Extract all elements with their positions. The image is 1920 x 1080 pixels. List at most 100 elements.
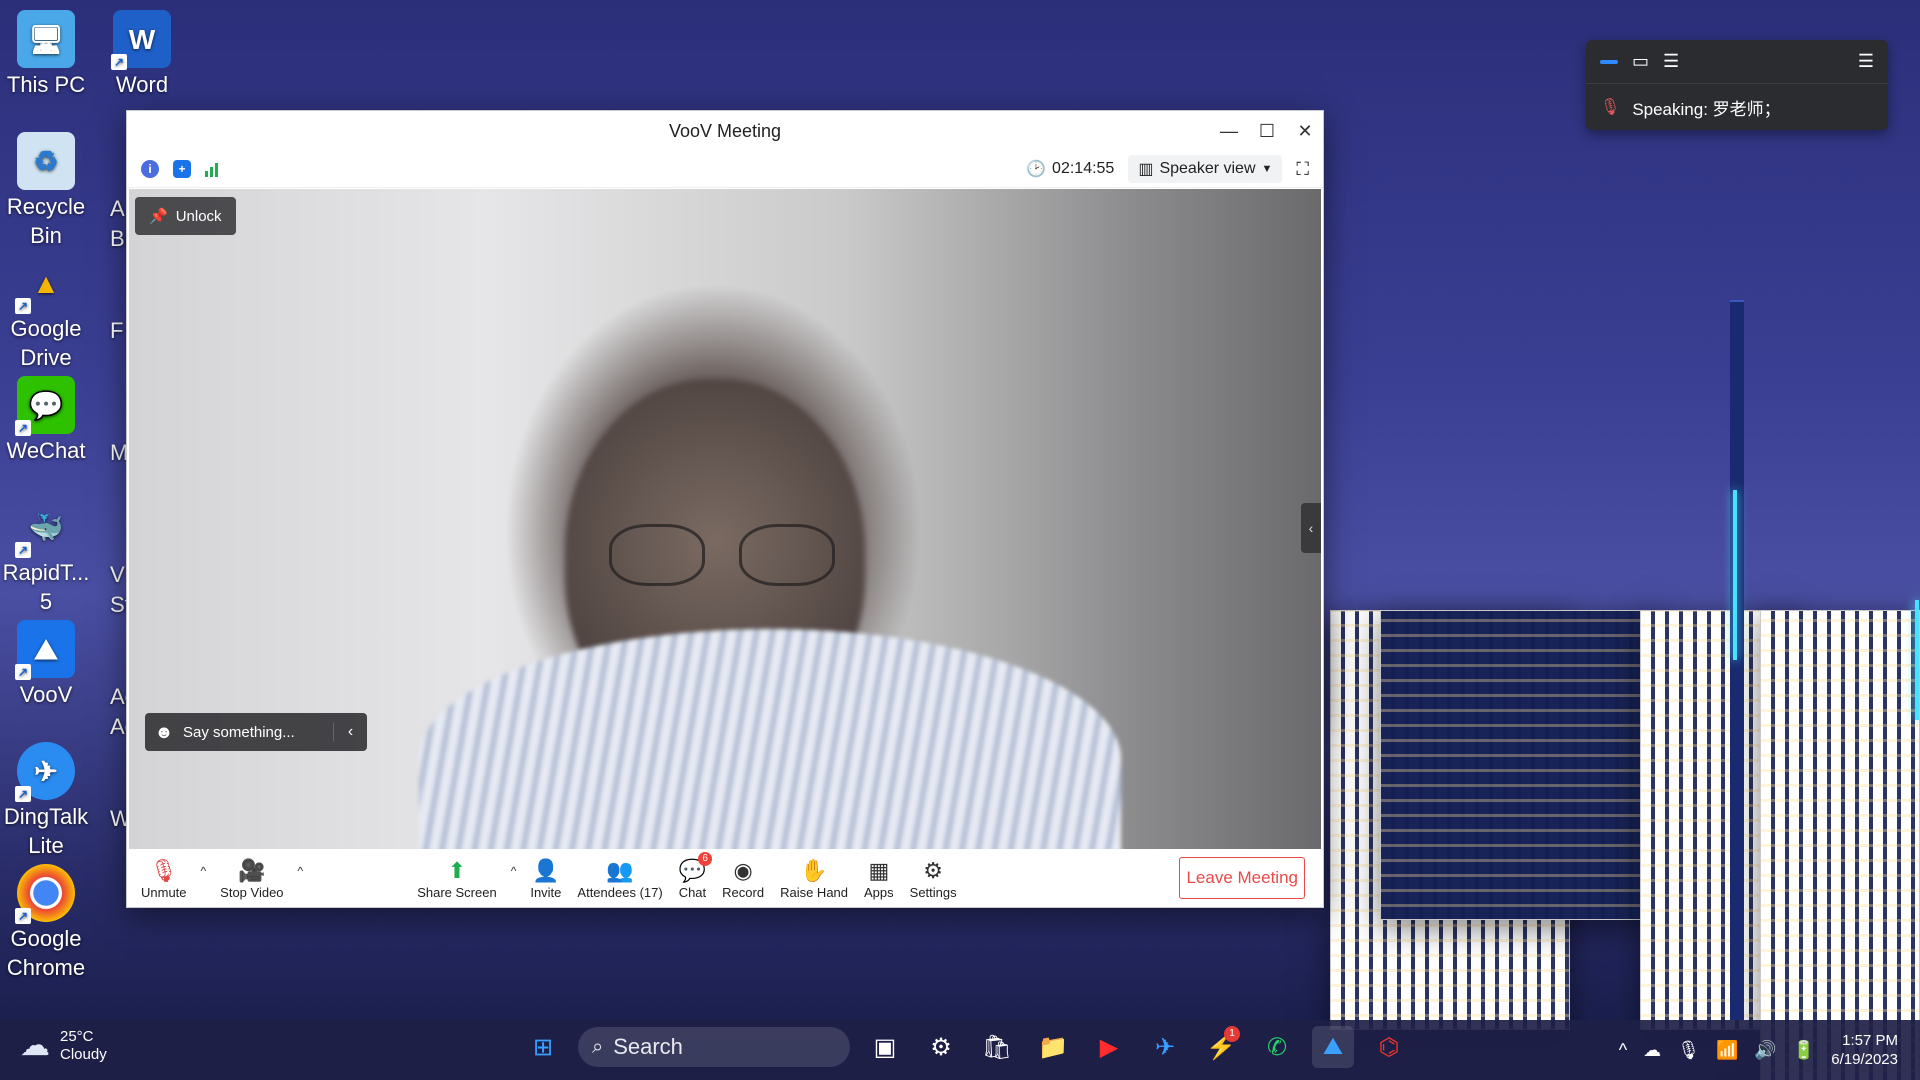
collapse-chevron-icon[interactable]: ‹ — [333, 723, 367, 741]
whatsapp-icon[interactable]: ✆ — [1256, 1026, 1298, 1068]
chat-quick-input[interactable]: ☻ Say something... ‹ — [145, 713, 367, 751]
onedrive-icon[interactable]: ☁ — [1643, 1040, 1661, 1061]
desktop-icon-google-drive[interactable]: ▲ ↗ Google Drive — [0, 254, 92, 372]
desktop-icon-word[interactable]: W ↗ Word — [96, 10, 188, 99]
voov-icon: ⛰ ↗ — [15, 620, 75, 680]
camera-icon: 🎥 — [238, 857, 266, 883]
desktop-icon-wechat[interactable]: 💬 ↗ WeChat — [0, 376, 92, 465]
side-panel-toggle[interactable]: ‹ — [1301, 503, 1321, 553]
desktop-icon-voov[interactable]: ⛰ ↗ VooV — [0, 620, 92, 709]
desktop-icon-this-pc[interactable]: 🖥 This PC — [0, 10, 92, 99]
task-view-icon[interactable]: ▣ — [864, 1026, 906, 1068]
chat-button[interactable]: 💬 Chat 6 — [671, 850, 714, 906]
hand-icon: ✋ — [800, 857, 828, 883]
window-title: VooV Meeting — [668, 120, 782, 141]
youtube-icon[interactable]: ▶ — [1088, 1026, 1130, 1068]
raise-hand-button[interactable]: ✋ Raise Hand — [772, 850, 856, 906]
invite-button[interactable]: 👤 Invite — [522, 850, 569, 906]
desktop-icon-rapidtyping[interactable]: 🐳 ↗ RapidT... 5 — [0, 498, 92, 616]
attendees-icon: 👥 — [606, 857, 634, 883]
wechat-icon: 💬 ↗ — [15, 376, 75, 436]
monitor-icon: 🖥 — [17, 10, 75, 68]
info-icon[interactable]: i — [141, 160, 159, 178]
desktop-icon-google-chrome[interactable]: ↗ Google Chrome — [0, 864, 92, 982]
battery-icon[interactable]: 🔋 — [1793, 1040, 1815, 1061]
weather-temp: 25°C — [60, 1028, 94, 1045]
maximize-button[interactable]: ☐ — [1249, 111, 1285, 151]
settings-app-icon[interactable]: ⚙ — [920, 1026, 962, 1068]
google-drive-icon: ▲ ↗ — [15, 254, 75, 314]
share-options-caret[interactable]: ^ — [505, 864, 523, 878]
volume-icon[interactable]: 🔊 — [1754, 1040, 1776, 1061]
shield-icon[interactable]: + — [173, 160, 191, 178]
messenger-icon[interactable]: ⚡ 1 — [1200, 1026, 1242, 1068]
add-user-icon: 👤 — [532, 857, 560, 883]
clock-time: 1:57 PM — [1842, 1032, 1898, 1049]
leave-meeting-button[interactable]: Leave Meeting — [1179, 857, 1305, 899]
settings-button[interactable]: ⚙ Settings — [902, 850, 965, 906]
record-button[interactable]: ◉ Record — [714, 850, 772, 906]
minimize-button[interactable]: — — [1211, 111, 1247, 151]
speaking-widget[interactable]: ▭ ☰ ☰ 🎙 Speaking: 罗老师； — [1586, 40, 1888, 130]
video-options-caret[interactable]: ^ — [292, 864, 310, 878]
word-icon: W ↗ — [111, 10, 171, 70]
apps-button[interactable]: ▦ Apps — [856, 850, 902, 906]
chevron-down-icon: ▼ — [1261, 163, 1273, 175]
meeting-toolbar: 🎙 Unmute ^ 🎥 Stop Video ^ ⬆ Share Screen… — [127, 849, 1323, 907]
weather-widget[interactable]: ☁ 25°C Cloudy — [20, 1028, 107, 1064]
taskbar-search[interactable]: ⌕ Search — [578, 1027, 850, 1067]
window-icon[interactable]: ▭ — [1632, 51, 1649, 72]
dingtalk-taskbar-icon[interactable]: ✈ — [1144, 1026, 1186, 1068]
voov-taskbar-icon[interactable]: ⛰ — [1312, 1026, 1354, 1068]
chevron-up-icon[interactable]: ^ — [1619, 1040, 1627, 1061]
clock[interactable]: 1:57 PM 6/19/2023 — [1831, 1031, 1898, 1069]
recycle-bin-icon: ♻ — [17, 132, 75, 190]
muted-mic-icon: 🎙 — [149, 857, 178, 883]
partial-label-1: A — [110, 196, 125, 221]
fullscreen-icon[interactable]: ⛶ — [1296, 159, 1309, 180]
chat-placeholder[interactable]: Say something... — [183, 724, 333, 741]
desktop-icon-dingtalk[interactable]: ✈ ↗ DingTalk Lite — [0, 742, 92, 860]
weather-desc: Cloudy — [60, 1046, 107, 1063]
unmute-button[interactable]: 🎙 Unmute — [133, 850, 195, 906]
speaker-video[interactable]: 📌 Unlock ☻ Say something... ‹ ‹ — [129, 189, 1321, 849]
unlock-button[interactable]: 📌 Unlock — [135, 197, 236, 235]
partial-label-3: F — [110, 318, 124, 343]
microphone-icon[interactable]: 🎙 — [1677, 1040, 1700, 1061]
file-explorer-icon[interactable]: 📁 — [1032, 1026, 1074, 1068]
voov-meeting-window[interactable]: VooV Meeting — ☐ ✕ i + 🕑 02:14:55 ▥ Spea… — [126, 110, 1324, 908]
audio-options-caret[interactable]: ^ — [195, 864, 213, 878]
speaking-text: Speaking: 罗老师； — [1632, 99, 1781, 119]
emoji-icon[interactable]: ☻ — [145, 722, 183, 743]
menu-icon[interactable]: ☰ — [1858, 51, 1874, 72]
wifi-icon[interactable]: 📶 — [1716, 1040, 1738, 1061]
dingtalk-icon: ✈ ↗ — [15, 742, 75, 802]
chat-badge: 6 — [698, 852, 713, 866]
chrome-icon: ↗ — [15, 864, 75, 924]
muted-mic-icon: 🎙 — [1600, 99, 1621, 116]
apps-grid-icon: ▦ — [868, 857, 890, 883]
cloud-icon: ☁ — [20, 1029, 50, 1062]
stop-video-button[interactable]: 🎥 Stop Video — [212, 850, 291, 906]
record-icon: ◉ — [733, 857, 753, 883]
search-icon: ⌕ — [592, 1035, 604, 1058]
layout-icon: ▥ — [1138, 161, 1154, 178]
attendees-button[interactable]: 👥 Attendees (17) — [569, 850, 670, 906]
list-icon[interactable]: ☰ — [1663, 51, 1679, 72]
gear-icon: ⚙ — [923, 857, 944, 883]
microsoft-store-icon[interactable]: 🛍 — [976, 1026, 1018, 1068]
start-button[interactable]: ⊞ — [522, 1026, 564, 1068]
desktop-icon-recycle-bin[interactable]: ♻ Recycle Bin — [0, 132, 92, 250]
minimize-widget-icon[interactable] — [1600, 59, 1618, 64]
acrobat-icon[interactable]: ⌬ — [1368, 1026, 1410, 1068]
partial-label-5: V — [110, 562, 125, 587]
clock-date: 6/19/2023 — [1831, 1051, 1898, 1068]
rapidtyping-icon: 🐳 ↗ — [15, 498, 75, 558]
close-button[interactable]: ✕ — [1287, 111, 1323, 151]
speaker-view-dropdown[interactable]: ▥ Speaker view ▼ — [1128, 155, 1283, 183]
signal-icon[interactable] — [205, 161, 218, 177]
clock-icon: 🕑 — [1026, 161, 1047, 178]
meeting-timer: 02:14:55 — [1052, 160, 1115, 177]
share-screen-button[interactable]: ⬆ Share Screen — [409, 850, 505, 906]
pin-icon: 📌 — [149, 208, 168, 225]
